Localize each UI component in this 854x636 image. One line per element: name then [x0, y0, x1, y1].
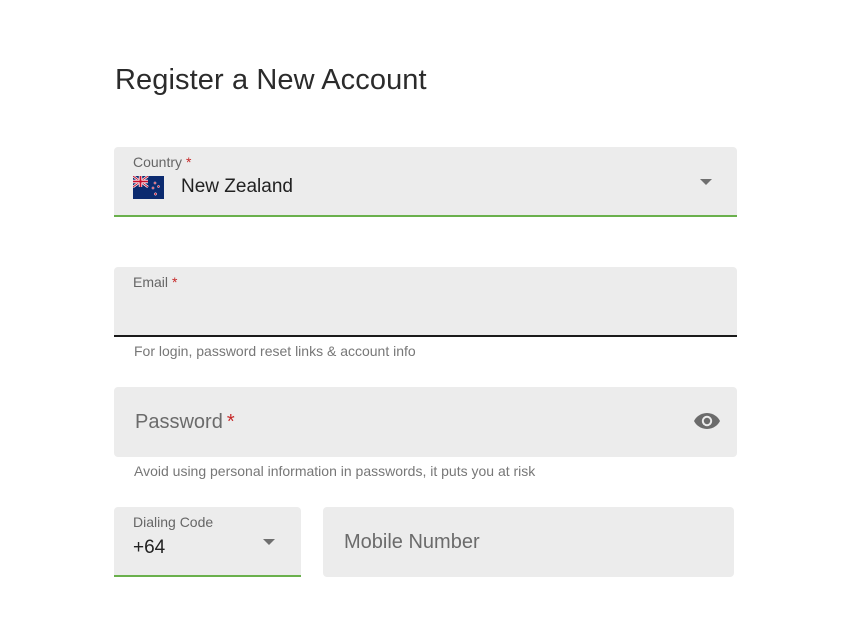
country-value: New Zealand [181, 176, 293, 197]
password-helper-text: Avoid using personal information in pass… [134, 463, 536, 479]
eye-icon[interactable] [693, 410, 721, 432]
page-title: Register a New Account [115, 64, 427, 96]
required-mark: * [226, 411, 235, 433]
dialing-code-value: +64 [133, 537, 166, 558]
country-label: Country * [133, 154, 192, 170]
required-mark: * [172, 274, 178, 290]
email-label: Email * [133, 274, 178, 290]
mobile-number-label: Mobile Number [344, 531, 480, 553]
password-field[interactable]: Password * [114, 387, 737, 457]
email-field[interactable]: Email * [114, 267, 737, 337]
registration-page: Register a New Account Country * New Zeal… [0, 0, 854, 636]
dialing-code-select[interactable]: Dialing Code +64 [114, 507, 301, 577]
dialing-code-label: Dialing Code [133, 514, 214, 530]
chevron-down-icon[interactable] [263, 539, 275, 545]
new-zealand-flag-icon [133, 176, 164, 199]
chevron-down-icon[interactable] [700, 179, 712, 185]
email-helper-text: For login, password reset links & accoun… [134, 343, 416, 359]
mobile-number-field[interactable]: Mobile Number [323, 507, 734, 577]
password-label: Password * [135, 411, 235, 433]
country-select[interactable]: Country * New Zealand [114, 147, 737, 217]
required-mark: * [186, 154, 192, 170]
